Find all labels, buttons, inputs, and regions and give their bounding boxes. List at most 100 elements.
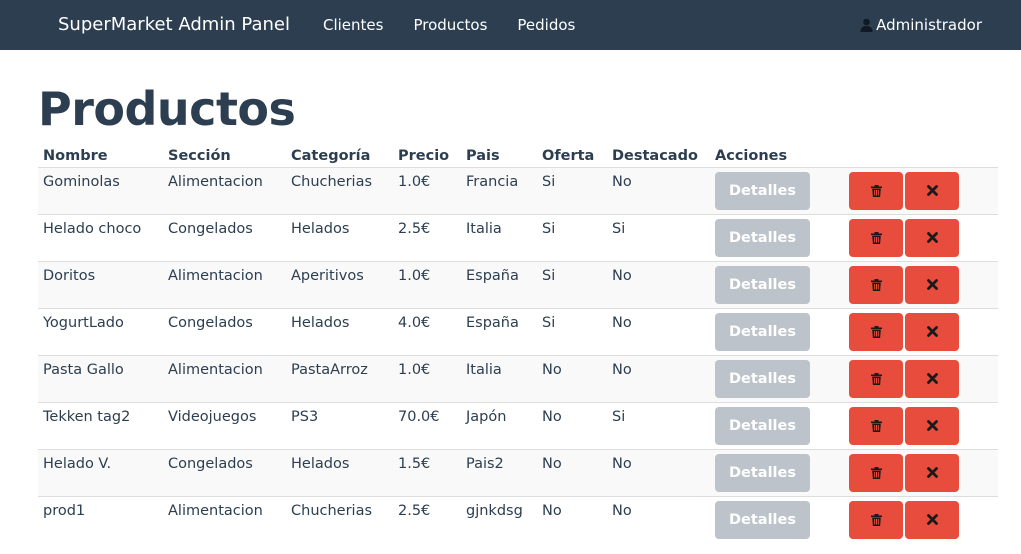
remove-button[interactable] [905, 406, 959, 445]
trash-icon [870, 419, 882, 432]
cell-oferta: No [537, 401, 607, 449]
cell-categoria: Chucherias [286, 495, 393, 543]
cell-destacado: No [607, 166, 710, 214]
cell-precio: 1.0€ [393, 166, 461, 214]
details-button[interactable]: Detalles [715, 171, 810, 210]
remove-button[interactable] [905, 171, 959, 210]
table-row: Tekken tag2 Videojuegos PS3 70.0€ Japón No Si D… [38, 401, 998, 449]
table-row: YogurtLado Congelados Helados 4.0€ España Si N… [38, 307, 998, 355]
table-row: Doritos Alimentacion Aperitivos 1.0€ España S… [38, 260, 998, 308]
cell-nombre: Helado V. [38, 448, 163, 496]
remove-button[interactable] [905, 453, 959, 492]
table-row: Pasta Gallo Alimentacion PastaArroz 1.0€ Ita… [38, 354, 998, 402]
details-button[interactable]: Detalles [715, 218, 810, 257]
details-button[interactable]: Detalles [715, 453, 810, 492]
header-nombre: Nombre [38, 141, 163, 168]
delete-button[interactable] [849, 500, 903, 539]
cell-categoria: Helados [286, 213, 393, 261]
action-button-group [849, 171, 998, 210]
cell-seccion: Alimentacion [163, 495, 286, 543]
cell-acciones: Detalles [710, 354, 844, 402]
cell-pais: España [461, 260, 537, 308]
top-navbar: SuperMarket Admin Panel Clientes Product… [0, 0, 1021, 50]
action-button-group [849, 265, 998, 304]
cell-oferta: Si [537, 260, 607, 308]
cell-acciones: Detalles [710, 166, 844, 214]
cell-seccion: Congelados [163, 448, 286, 496]
delete-button[interactable] [849, 312, 903, 351]
table-body: Gominolas Alimentacion Chucherias 1.0€ Franc… [38, 166, 998, 543]
user-name: Administrador [876, 16, 982, 34]
cell-categoria: Helados [286, 448, 393, 496]
details-button[interactable]: Detalles [715, 312, 810, 351]
header-seccion: Sección [163, 141, 286, 168]
cell-precio: 4.0€ [393, 307, 461, 355]
cell-pais: España [461, 307, 537, 355]
cell-precio: 1.0€ [393, 260, 461, 308]
cell-seccion: Alimentacion [163, 354, 286, 402]
close-icon [926, 279, 938, 290]
cell-nombre: Tekken tag2 [38, 401, 163, 449]
remove-button[interactable] [905, 500, 959, 539]
nav-link-productos[interactable]: Productos [398, 0, 502, 50]
cell-categoria: PastaArroz [286, 354, 393, 402]
delete-button[interactable] [849, 406, 903, 445]
cell-pais: Italia [461, 354, 537, 402]
cell-destacado: No [607, 448, 710, 496]
nav-link-clientes[interactable]: Clientes [308, 0, 398, 50]
cell-precio: 2.5€ [393, 495, 461, 543]
cell-precio: 1.5€ [393, 448, 461, 496]
close-icon [926, 420, 938, 431]
details-button[interactable]: Detalles [715, 500, 810, 539]
cell-categoria: PS3 [286, 401, 393, 449]
user-menu[interactable]: Administrador [860, 0, 982, 50]
action-button-group [849, 218, 998, 257]
cell-oferta: Si [537, 307, 607, 355]
remove-button[interactable] [905, 312, 959, 351]
remove-button[interactable] [905, 359, 959, 398]
cell-nombre: Helado choco [38, 213, 163, 261]
remove-button[interactable] [905, 218, 959, 257]
cell-oferta: No [537, 495, 607, 543]
header-empty [844, 141, 998, 168]
header-categoria: Categoría [286, 141, 393, 168]
details-button[interactable]: Detalles [715, 265, 810, 304]
nav-links: Clientes Productos Pedidos [308, 0, 590, 50]
details-button[interactable]: Detalles [715, 406, 810, 445]
cell-precio: 70.0€ [393, 401, 461, 449]
close-icon [926, 326, 938, 337]
cell-acciones: Detalles [710, 401, 844, 449]
cell-pais: Pais2 [461, 448, 537, 496]
details-button[interactable]: Detalles [715, 359, 810, 398]
delete-button[interactable] [849, 265, 903, 304]
action-button-group [849, 312, 998, 351]
header-precio: Precio [393, 141, 461, 168]
cell-actions-group [844, 307, 998, 355]
brand-title[interactable]: SuperMarket Admin Panel [58, 0, 290, 50]
cell-destacado: No [607, 354, 710, 402]
action-button-group [849, 359, 998, 398]
user-icon [860, 18, 873, 32]
cell-oferta: Si [537, 166, 607, 214]
header-oferta: Oferta [537, 141, 607, 168]
table-row: Helado choco Congelados Helados 2.5€ Italia S… [38, 213, 998, 261]
trash-icon [870, 466, 882, 479]
cell-destacado: No [607, 260, 710, 308]
cell-seccion: Congelados [163, 213, 286, 261]
page-title: Productos [38, 82, 296, 136]
cell-pais: Italia [461, 213, 537, 261]
delete-button[interactable] [849, 218, 903, 257]
trash-icon [870, 513, 882, 526]
delete-button[interactable] [849, 171, 903, 210]
nav-link-pedidos[interactable]: Pedidos [502, 0, 590, 50]
delete-button[interactable] [849, 453, 903, 492]
table-row: Helado V. Congelados Helados 1.5€ Pais2 No No D… [38, 448, 998, 496]
cell-destacado: Si [607, 401, 710, 449]
trash-icon [870, 278, 882, 291]
cell-oferta: No [537, 354, 607, 402]
delete-button[interactable] [849, 359, 903, 398]
remove-button[interactable] [905, 265, 959, 304]
cell-acciones: Detalles [710, 307, 844, 355]
products-table: Nombre Sección Categoría Precio Pais Ofe… [38, 141, 998, 543]
action-button-group [849, 453, 998, 492]
